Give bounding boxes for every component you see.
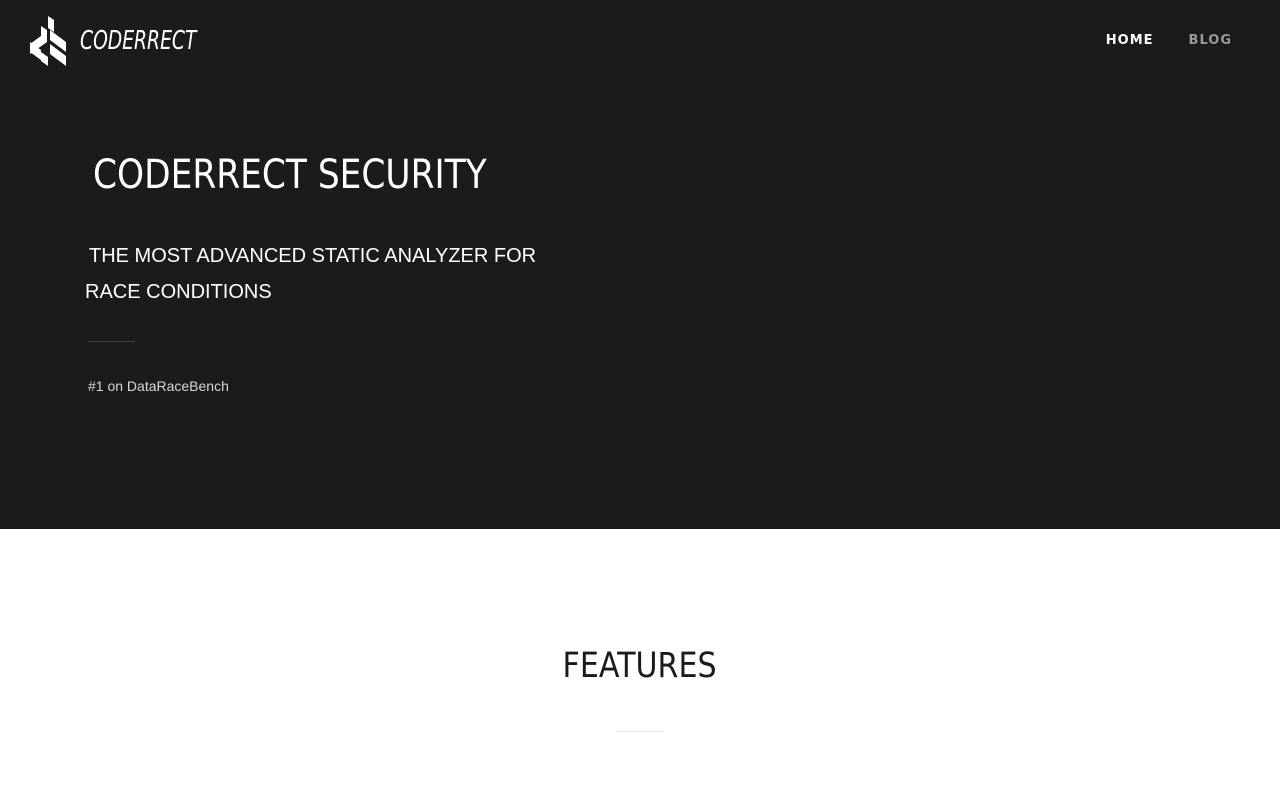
main-nav: HOME BLOG (1106, 32, 1232, 50)
hero-subtitle: THE MOST ADVANCED STATIC ANALYZER FOR RA… (85, 245, 537, 303)
coderrect-logo-icon (30, 16, 66, 66)
nav-blog-link[interactable]: BLOG (1189, 32, 1232, 50)
features-section: FEATURES (0, 529, 1280, 800)
features-heading-text: FEATURES (562, 646, 718, 686)
logo-wordmark: CODERRECT (80, 26, 197, 56)
hero-divider (87, 341, 135, 342)
hero-tagline: #1 on DataRaceBench (88, 378, 229, 394)
features-heading: FEATURES (0, 642, 1280, 690)
nav-home-link[interactable]: HOME (1106, 32, 1154, 50)
hero-title: CODERRECT SECURITY (93, 152, 487, 198)
hero-section: CODERRECT HOME BLOG CODERRECT SECURITY T… (0, 0, 1280, 529)
features-divider (616, 731, 664, 732)
site-logo-link[interactable]: CODERRECT (30, 16, 242, 66)
